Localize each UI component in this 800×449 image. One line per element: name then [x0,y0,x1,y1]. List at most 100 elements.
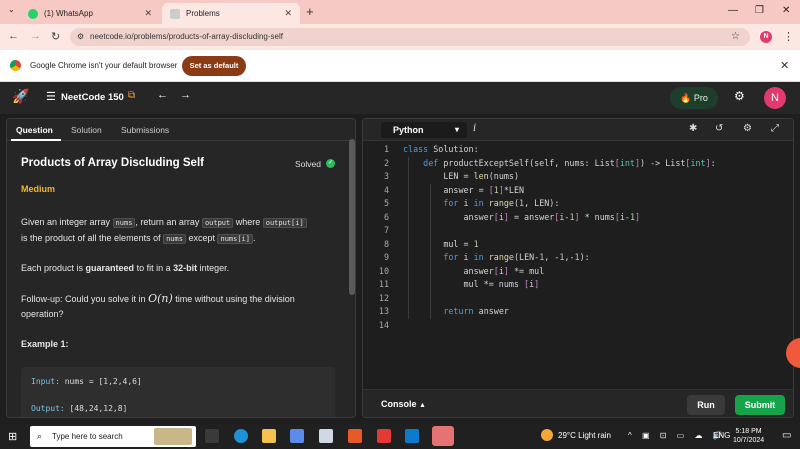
language-label: Python [393,125,424,135]
code-line[interactable]: 7 [363,224,793,238]
active-tab-indicator [11,139,61,141]
notification-icon[interactable]: ▭ [782,430,791,441]
profile-avatar[interactable]: N [760,31,772,43]
desc-text: operation? [21,309,64,319]
chrome-menu-icon[interactable]: ⋮ [783,30,794,43]
math-expression: O(n) [148,292,173,305]
line-number: 14 [378,319,389,330]
problem-description: Given an integer array nums, return an a… [21,215,341,247]
tab-submissions[interactable]: Submissions [121,125,169,135]
code-line[interactable]: 5 for i in range(1, LEN): [363,197,793,211]
code-line[interactable]: 1 class Solution: [363,143,793,157]
file-explorer-icon[interactable] [262,429,276,443]
close-window-icon[interactable]: ✕ [782,5,790,16]
taskbar-search-input[interactable]: ⌕ Type here to search [30,426,196,447]
editor-toolbar: Python ▾ i ✱ ↺ ⚙ ⤢ [363,119,793,141]
tab-search-icon[interactable]: ⌄ [8,5,15,14]
task-view-icon[interactable] [205,429,219,443]
code-line[interactable]: 14 [363,319,793,333]
debug-bug-icon[interactable]: ✱ [689,123,697,134]
code-line[interactable]: 6 answer[i] = answer[i-1] * nums[i-1] [363,211,793,225]
code-line[interactable]: 12 [363,292,793,306]
check-circle-icon: ✓ [326,159,335,168]
code-line[interactable]: 11 mul *= nums [i] [363,278,793,292]
inline-code: output[i] [262,218,307,228]
new-tab-button[interactable]: + [306,4,314,19]
example-input-value: nums = [1,2,4,6] [64,377,142,386]
description-scrollbar[interactable] [349,139,355,295]
flame-icon: 🔥 [680,93,692,103]
inline-code: nums [163,234,186,244]
taskbar-clock[interactable]: 5:18 PM 10/7/2024 [733,427,764,445]
code-line[interactable]: 4 answer = [1]*LEN [363,184,793,198]
office-icon[interactable] [348,429,362,443]
list-icon[interactable]: ☰ [46,90,56,103]
code-line[interactable]: 10 answer[i] *= mul [363,265,793,279]
next-problem-icon[interactable]: → [180,89,191,101]
youtube-icon[interactable] [377,429,391,443]
line-number: 11 [378,279,389,289]
close-icon[interactable]: ✕ [284,8,292,19]
language-select[interactable]: Python ▾ [381,122,467,138]
tab-problems[interactable]: Problems ✕ [162,3,300,24]
code-text: class Solution: [403,144,479,154]
weather-icon [541,429,553,441]
edge-icon[interactable] [234,429,248,443]
address-bar-row: ← → ↻ ⚙ neetcode.io/problems/products-of… [0,24,800,50]
tab-whatsapp[interactable]: (1) WhatsApp ✕ [20,3,160,24]
store-icon[interactable] [290,429,304,443]
tab-question[interactable]: Question [16,125,53,135]
problem-panel: Question Solution Submissions Products o… [6,118,356,418]
code-line[interactable]: 9 for i in range(LEN-1, -1,-1): [363,251,793,265]
line-number: 9 [383,252,389,262]
submit-button[interactable]: Submit [735,395,785,415]
settings-gear-icon[interactable]: ⚙ [734,89,745,103]
site-info-icon[interactable]: ⚙ [77,28,84,46]
close-icon[interactable]: ✕ [780,59,789,72]
inline-code: nums[i] [217,234,253,244]
guarantee-note: Each product is guaranteed to fit in a 3… [21,261,341,276]
app-header: 🚀 ☰ NeetCode 150 ⧉ ← → 🔥 Pro ⚙ N [0,82,800,114]
bookmark-star-icon[interactable]: ☆ [731,28,740,46]
code-line[interactable]: 8 mul = 1 [363,238,793,252]
pro-button[interactable]: 🔥 Pro [670,87,718,109]
external-link-icon[interactable]: ⧉ [128,90,135,101]
desc-text: Given an integer array [21,217,113,227]
vscode-icon[interactable] [405,429,419,443]
fullscreen-icon[interactable]: ⤢ [771,123,779,134]
indent-guide [408,156,409,319]
console-label: Console [381,399,417,409]
close-icon[interactable]: ✕ [144,8,152,19]
example-box: Input: nums = [1,2,4,6] Output: [48,24,1… [21,367,335,417]
forward-icon[interactable]: → [30,30,41,42]
reset-code-icon[interactable]: ↺ [715,123,723,134]
reload-icon[interactable]: ↻ [51,30,60,43]
tab-solution[interactable]: Solution [71,125,102,135]
set-as-default-button[interactable]: Set as default [182,56,246,76]
browser-tab-strip: (1) WhatsApp ✕ Problems ✕ + — ❐ ✕ ⌄ [0,0,800,24]
input-language[interactable]: ENG [713,431,730,440]
minimize-icon[interactable]: — [728,5,738,16]
example-output-label: Output: [31,404,65,413]
editor-settings-icon[interactable]: ⚙ [743,123,752,134]
maximize-icon[interactable]: ❐ [755,5,764,16]
code-line[interactable]: 13 return answer [363,305,793,319]
desc-text: time without using the division [172,294,295,304]
rocket-logo-icon[interactable]: 🚀 [12,88,29,105]
weather-text[interactable]: 29°C Light rain [558,431,611,440]
info-icon[interactable]: i [473,123,476,134]
back-icon[interactable]: ← [8,30,19,42]
console-toggle[interactable]: Console ▲ [381,399,426,409]
run-button[interactable]: Run [687,395,725,415]
line-number: 8 [383,238,389,249]
code-line[interactable]: 2 def productExceptSelf(self, nums: List… [363,157,793,171]
user-avatar[interactable]: N [764,87,786,109]
mail-icon[interactable] [319,429,333,443]
prev-problem-icon[interactable]: ← [157,89,168,101]
url-input[interactable]: ⚙ neetcode.io/problems/products-of-array… [70,28,750,46]
code-line[interactable]: 3 LEN = len(nums) [363,170,793,184]
windows-start-icon[interactable]: ⊞ [8,430,17,443]
chrome-taskbar-icon[interactable] [432,426,454,446]
tray-icons[interactable]: ^ ▣ ⊡ ▭ ☁ 🔊 [628,431,727,440]
problem-list-title[interactable]: NeetCode 150 [61,92,124,103]
